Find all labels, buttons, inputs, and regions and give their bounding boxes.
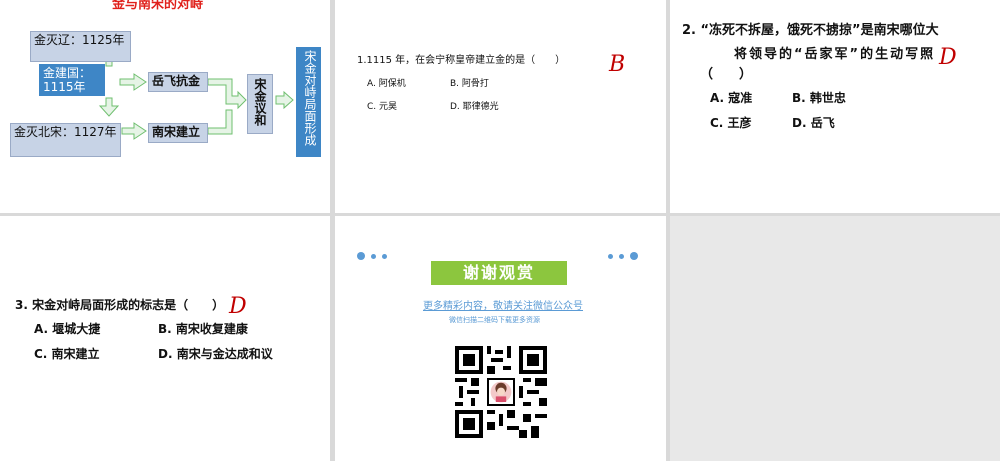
thanks-banner: 谢谢观赏 — [431, 261, 567, 285]
box-jin-founded: 金建国：1115年 — [39, 64, 105, 96]
qr-code-icon[interactable] — [455, 346, 547, 438]
question-3: 3. 宋金对峙局面形成的标志是（ ） — [15, 298, 225, 312]
slide-6-empty — [670, 216, 1000, 461]
slide-5[interactable]: 谢谢观赏 更多精彩内容，敬请关注微信公众号 微信扫描二维码下载更多资源 — [335, 216, 666, 461]
arrow-branch-top — [207, 78, 247, 110]
question-2-line-2: 将领导的“岳家军”的生动写照 — [734, 47, 936, 62]
option-c[interactable]: C. 王彦 — [710, 114, 752, 131]
option-b[interactable]: B. 阿骨打 — [450, 76, 489, 89]
option-a[interactable]: A. 寇准 — [710, 89, 752, 106]
answer-mark-1: B — [609, 52, 626, 77]
qr-caption: 微信扫描二维码下载更多资源 — [449, 316, 540, 324]
decor-dot — [357, 252, 365, 260]
decor-dot — [630, 252, 638, 260]
option-b[interactable]: B. 韩世忠 — [792, 89, 846, 106]
box-nansong: 南宋建立 — [148, 123, 208, 143]
arrow-right-2 — [121, 122, 147, 140]
subtitle-link[interactable]: 更多精彩内容，敬请关注微信公众号 — [423, 297, 583, 312]
option-c[interactable]: C. 元昊 — [367, 99, 397, 112]
decor-dot — [382, 254, 387, 259]
slide-3[interactable]: 2. “冻死不拆屋，饿死不掳掠”是南宋哪位大 将领导的“岳家军”的生动写照 （ … — [670, 0, 1000, 213]
question-2-line-3: （ ） — [700, 67, 753, 82]
option-d[interactable]: D. 南宋与金达成和议 — [158, 345, 273, 362]
slide-2[interactable]: 1.1115 年，在会宁称皇帝建立金的是（ ） B A. 阿保机 B. 阿骨打 … — [335, 0, 666, 213]
option-d[interactable]: D. 耶律德光 — [450, 99, 499, 112]
box-beisong: 金灭北宋：1127年 — [10, 123, 121, 157]
option-d[interactable]: D. 岳飞 — [792, 114, 835, 131]
slide-4[interactable]: 3. 宋金对峙局面形成的标志是（ ） D A. 堰城大捷 B. 南宋收复建康 C… — [0, 216, 330, 461]
arrow-down — [98, 97, 120, 117]
slide-1[interactable]: 金与南宋的对峙 金灭辽：1125年 金建国：1115年 金灭北宋：1127年 岳… — [0, 0, 330, 213]
decor-dot — [608, 254, 613, 259]
option-a[interactable]: A. 堰城大捷 — [34, 320, 100, 337]
question-2-line-1: 2. “冻死不拆屋，饿死不掳掠”是南宋哪位大 — [682, 23, 939, 38]
arrow-branch-bottom — [207, 109, 233, 135]
box-liao: 金灭辽：1125年 — [30, 31, 131, 62]
arrow-right-3 — [275, 90, 294, 110]
answer-mark-3: D — [229, 294, 247, 319]
option-a[interactable]: A. 阿保机 — [367, 76, 406, 89]
option-c[interactable]: C. 南宋建立 — [34, 345, 100, 362]
box-yuefei: 岳飞抗金 — [148, 72, 208, 92]
answer-mark-2: D — [939, 45, 957, 70]
arrow-right-1 — [119, 73, 147, 91]
question-1: 1.1115 年，在会宁称皇帝建立金的是（ ） — [357, 55, 566, 66]
box-yihe: 宋金议和 — [247, 74, 273, 134]
decor-dot — [371, 254, 376, 259]
option-b[interactable]: B. 南宋收复建康 — [158, 320, 248, 337]
box-result: 宋金对峙局面形成 — [296, 47, 321, 157]
decor-dot — [619, 254, 624, 259]
